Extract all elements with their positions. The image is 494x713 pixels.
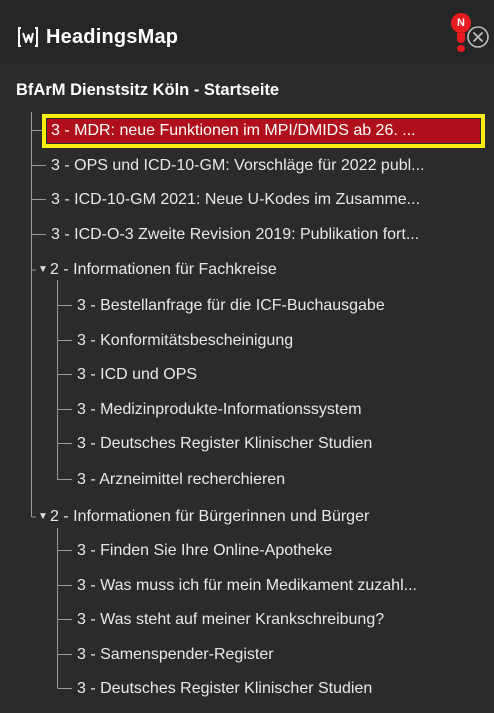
heading-item-selected[interactable]: 3 - MDR: neue Funktionen im MPI/DMIDS ab… — [42, 114, 485, 148]
heading-item-h2[interactable]: 2 - Informationen für Fachkreise — [50, 258, 470, 282]
heading-item[interactable]: 3 - ICD-10-GM 2021: Neue U-Kodes im Zusa… — [51, 188, 487, 212]
heading-item[interactable]: 3 - ICD-O-3 Zweite Revision 2019: Publik… — [51, 223, 487, 247]
heading-item[interactable]: 3 - Deutsches Register Klinischer Studie… — [77, 432, 477, 456]
collapse-caret-icon[interactable]: ▼ — [38, 265, 48, 275]
headingsmap-panel: HeadingsMap N BfArM Dienstsitz Köln - St… — [0, 0, 494, 713]
heading-item[interactable]: 3 - Arzneimittel recherchieren — [77, 468, 477, 492]
heading-item[interactable]: 3 - Deutsches Register Klinischer Studie… — [77, 677, 482, 701]
heading-item[interactable]: 3 - Was steht auf meiner Krankschreibung… — [77, 608, 482, 632]
heading-item[interactable]: 3 - Was muss ich für mein Medikament zuz… — [77, 574, 487, 598]
collapse-caret-icon[interactable]: ▼ — [38, 512, 48, 522]
heading-item[interactable]: 3 - Konformitätsbescheinigung — [77, 329, 477, 353]
heading-item[interactable]: 3 - Finden Sie Ihre Online-Apotheke — [77, 539, 482, 563]
heading-item[interactable]: 3 - Medizinprodukte-Informationssystem — [77, 398, 477, 422]
heading-item[interactable]: 3 - Samenspender-Register — [77, 643, 482, 667]
heading-item[interactable]: 3 - ICD und OPS — [77, 363, 477, 387]
tree-lines — [31, 112, 72, 689]
heading-item[interactable]: 3 - Bestellanfrage für die ICF-Buchausga… — [77, 294, 477, 318]
heading-item[interactable]: 3 - OPS und ICD-10-GM: Vorschläge für 20… — [51, 154, 487, 178]
heading-item-h2[interactable]: 2 - Informationen für Bürgerinnen und Bü… — [50, 505, 480, 529]
